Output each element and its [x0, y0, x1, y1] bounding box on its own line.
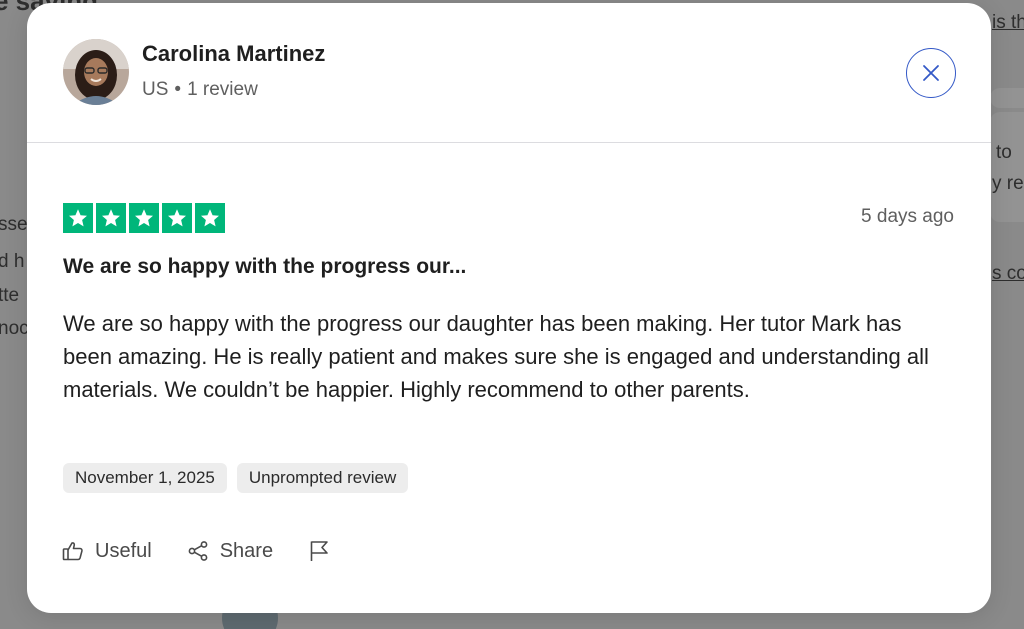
star-rating — [63, 203, 225, 233]
background-text-fragment: noc — [0, 318, 29, 339]
meta-separator: • — [174, 79, 182, 100]
background-text-fragment: sse — [0, 214, 28, 235]
reviewer-country: US — [142, 79, 169, 100]
review-date: 5 days ago — [861, 206, 954, 227]
review-title: We are so happy with the progress our... — [63, 255, 467, 278]
reviewer-name[interactable]: Carolina Martinez — [142, 41, 325, 67]
report-button[interactable] — [307, 539, 331, 563]
background-link-fragment: s co — [992, 263, 1024, 284]
review-text: We are so happy with the progress our da… — [63, 311, 929, 402]
share-label: Share — [219, 539, 274, 562]
thumbs-up-icon — [62, 542, 83, 561]
share-icon — [188, 541, 208, 561]
review-actions: Useful Share — [61, 539, 331, 563]
reviewer-review-count: 1 review — [187, 79, 258, 100]
close-button[interactable] — [906, 48, 956, 98]
useful-button[interactable]: Useful — [61, 539, 152, 563]
share-button[interactable]: Share — [186, 539, 273, 563]
star-icon — [96, 203, 126, 233]
background-text-fragment: y re — [992, 173, 1024, 194]
star-icon — [129, 203, 159, 233]
star-icon — [195, 203, 225, 233]
flag-icon — [310, 541, 328, 561]
background-card — [990, 112, 1024, 222]
background-text-fragment: tte — [0, 285, 20, 306]
reviewer-meta: US • 1 review — [142, 79, 258, 101]
avatar — [63, 39, 129, 105]
experience-date-badge: November 1, 2025 — [63, 463, 227, 493]
review-tags: November 1, 2025 Unprompted review — [63, 463, 409, 493]
background-text-fragment: to — [996, 142, 1012, 163]
background-link-fragment: is th — [992, 12, 1024, 33]
review-type-badge[interactable]: Unprompted review — [236, 463, 409, 493]
close-icon — [923, 65, 939, 81]
modal-header: Carolina Martinez US • 1 review — [27, 3, 991, 143]
background-text-fragment: d h — [0, 251, 25, 272]
star-icon — [63, 203, 93, 233]
star-icon — [162, 203, 192, 233]
review-modal: Carolina Martinez US • 1 review 5 days a… — [27, 3, 991, 613]
background-card — [990, 88, 1024, 108]
useful-label: Useful — [95, 539, 152, 562]
